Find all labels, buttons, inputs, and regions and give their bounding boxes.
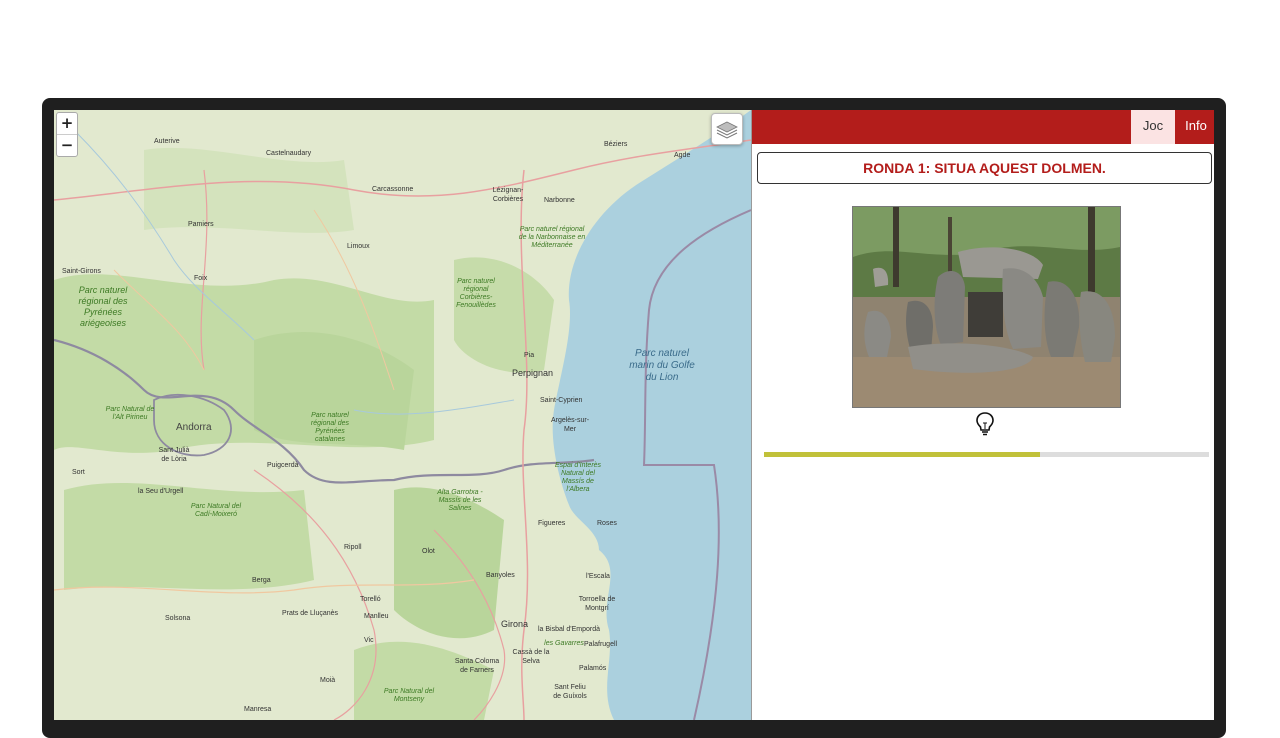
map-label: Puigcerdà xyxy=(267,462,299,469)
map-label: Sant Feliu de Guíxols xyxy=(553,684,587,700)
map-view[interactable]: + − Auterive Castelnaudary Béziers Agde … xyxy=(54,110,752,720)
map-label: Lézignan-Corbières xyxy=(492,187,524,203)
map-label: Carcassonne xyxy=(372,186,414,193)
map-label: Palafrugell xyxy=(584,641,618,648)
map-label: les Gavarres xyxy=(544,640,584,647)
round-title: RONDA 1: SITUA AQUEST DOLMEN. xyxy=(757,152,1212,184)
map-label: Santa Coloma de Farners xyxy=(454,658,500,674)
map-label: Prats de Lluçanès xyxy=(282,610,339,617)
map-label: Girona xyxy=(501,619,529,629)
map-label: Pia xyxy=(524,352,535,359)
map-label: Saint-Girons xyxy=(62,268,101,275)
map-label: Andorra xyxy=(176,422,212,433)
park-label: Parc naturel régional des Pyrénées catal… xyxy=(310,412,350,443)
map-label: la Bisbal d'Empordà xyxy=(538,626,601,633)
map-label: Perpignan xyxy=(512,368,554,378)
map-label: Torroella de Montgrí xyxy=(578,596,616,612)
park-label: Parc Natural del Cadí-Moixeró xyxy=(190,503,242,518)
map-label: Ripoll xyxy=(344,544,362,551)
tab-info[interactable]: Info xyxy=(1178,110,1214,144)
zoom-control: + − xyxy=(56,112,78,157)
park-label: Parc naturel régional Corbières-Fenouill… xyxy=(456,278,496,309)
map-label: Castelnaudary xyxy=(266,150,312,157)
park-label: Parc naturel régional des Pyrénées ariég… xyxy=(78,285,128,328)
map-label: Vic xyxy=(364,637,374,644)
park-label: Parc naturel marin du Golfe du Lion xyxy=(629,348,695,383)
tab-joc[interactable]: Joc xyxy=(1131,110,1175,144)
map-label: Banyoles xyxy=(486,572,515,579)
map-label: Béziers xyxy=(604,141,628,148)
map-tiles xyxy=(54,110,751,720)
map-label: Sant Julià de Lòria xyxy=(158,447,190,463)
map-label: Moià xyxy=(320,677,336,684)
map-label: Manlleu xyxy=(364,613,389,620)
map-label: Agde xyxy=(674,152,691,159)
game-screen: + − Auterive Castelnaudary Béziers Agde … xyxy=(54,110,1214,720)
top-bar: Joc Info xyxy=(752,110,1214,144)
park-label: Parc naturel régional de la Narbonnaise … xyxy=(518,226,586,249)
zoom-out-button[interactable]: − xyxy=(57,134,77,156)
lightbulb-icon xyxy=(976,412,994,436)
map-label: Olot xyxy=(422,548,435,555)
map-label: Solsona xyxy=(165,615,191,622)
map-label: Saint-Cyprien xyxy=(540,397,583,404)
map-label: Narbonne xyxy=(544,197,575,204)
park-label: Espai d'Interès Natural del Massís de l'… xyxy=(554,462,602,493)
map-label: la Seu d'Urgell xyxy=(138,488,184,495)
layers-icon xyxy=(716,121,738,139)
map-label: Figueres xyxy=(538,520,566,527)
park-label: Parc Natural de l'Alt Pirineu xyxy=(105,406,155,421)
hint-button[interactable] xyxy=(974,411,996,437)
zoom-in-button[interactable]: + xyxy=(57,113,77,134)
park-label: Parc Natural del Montseny xyxy=(383,688,435,703)
map-label: Foix xyxy=(194,275,208,282)
map-label: Roses xyxy=(597,520,617,527)
map-label: Sort xyxy=(72,469,85,476)
dolmen-photo xyxy=(852,206,1121,408)
map-label: Auterive xyxy=(154,138,180,145)
map-label: Argelès-sur-Mer xyxy=(550,417,590,433)
map-label: Torelló xyxy=(360,596,381,603)
progress-bar xyxy=(764,452,1209,457)
map-label: Berga xyxy=(252,577,271,584)
game-panel: Joc Info RONDA 1: SITUA AQUEST DOLMEN. xyxy=(752,110,1214,720)
layers-button[interactable] xyxy=(711,113,743,145)
map-label: Cassà de la Selva xyxy=(512,649,550,665)
map-label: Limoux xyxy=(347,243,370,250)
progress-fill xyxy=(764,452,1040,457)
map-label: Pamiers xyxy=(188,221,214,228)
map-label: l'Escala xyxy=(586,573,610,580)
park-label: Alta Garrotxa - Massís de les Salines xyxy=(437,489,483,512)
map-label: Manresa xyxy=(244,706,272,713)
map-label: Palamós xyxy=(579,665,607,672)
